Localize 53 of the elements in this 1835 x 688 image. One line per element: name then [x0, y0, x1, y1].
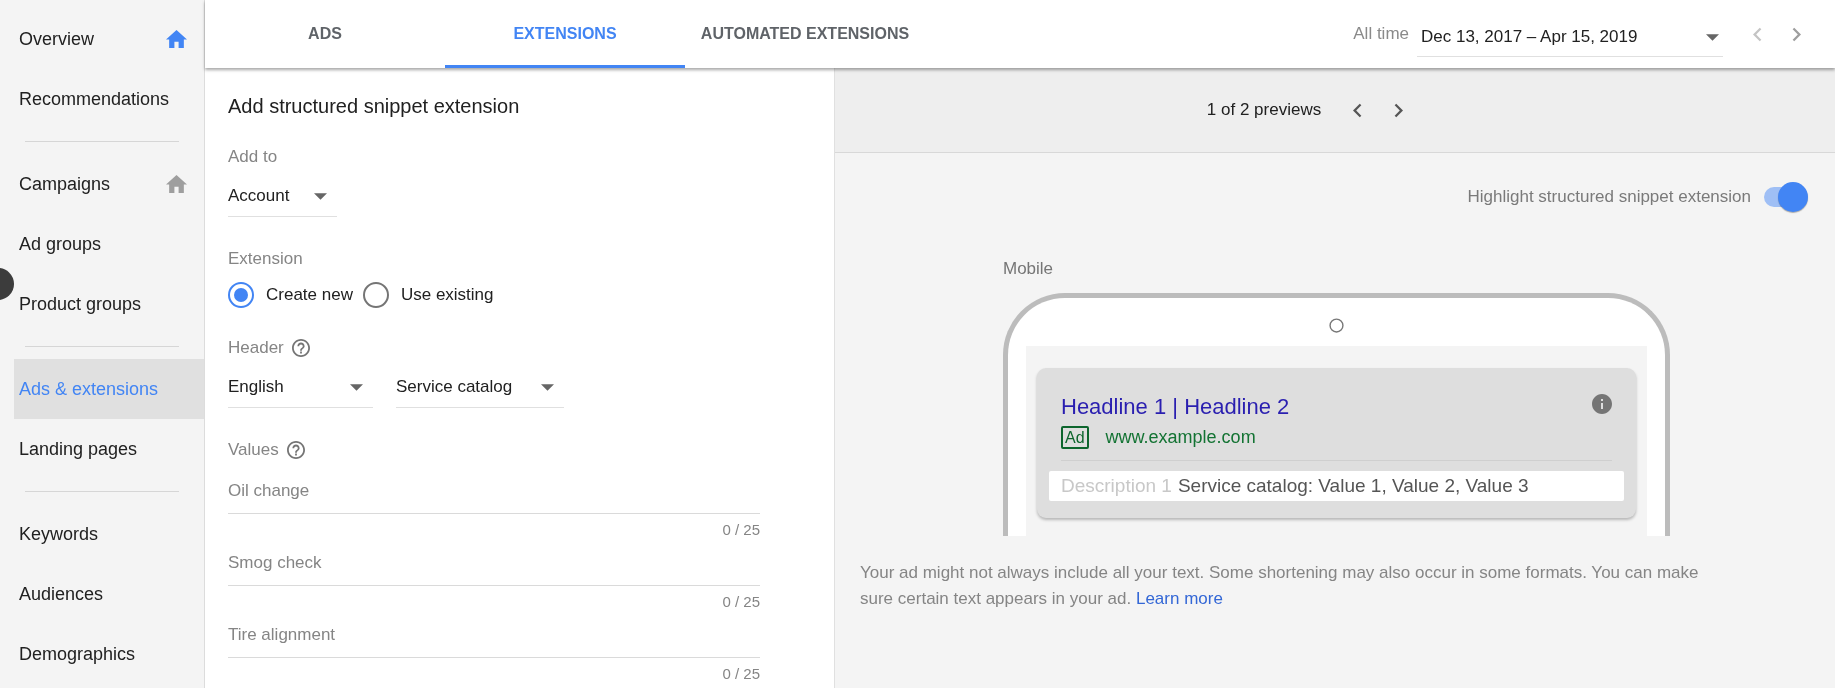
- disclaimer-text: Your ad might not always include all your text. Some shortening may also occur in some formats. You can make sure certain text appears in your ad. Learn more: [860, 562, 1700, 610]
- snippet-text: Service catalog: Value 1, Value 2, Value 3: [1177, 475, 1529, 497]
- ad-url: www.example.com: [1105, 427, 1256, 448]
- caret-icon: [541, 383, 554, 391]
- toggle-switch[interactable]: [1763, 181, 1809, 213]
- field-label: Add to: [228, 147, 279, 167]
- caret-icon: [314, 192, 327, 200]
- caret-icon: [1706, 33, 1719, 41]
- sidebar-item[interactable]: Campaigns: [14, 154, 204, 214]
- field-label: Header: [228, 338, 284, 358]
- help-icon[interactable]: [291, 339, 310, 357]
- radio-label[interactable]: Use existing: [400, 285, 494, 305]
- chevron-right-icon[interactable]: [1394, 102, 1404, 118]
- input-field[interactable]: Tire alignment: [228, 617, 760, 658]
- sidebar-item[interactable]: Audiences: [14, 564, 204, 624]
- field-label: Values: [228, 440, 279, 460]
- form-title: Add structured snippet extension: [228, 95, 521, 118]
- input-field[interactable]: Smog check: [228, 545, 760, 586]
- tab[interactable]: ADS: [205, 0, 445, 68]
- date-range-label: All time: [1353, 24, 1409, 44]
- device-label: Mobile: [1003, 259, 1055, 279]
- date-range-dropdown[interactable]: Dec 13, 2017 – Apr 15, 2019: [1417, 19, 1723, 57]
- chevron-left-icon[interactable]: [1353, 102, 1363, 118]
- caret-icon: [350, 383, 363, 391]
- dropdown[interactable]: Account: [228, 180, 337, 217]
- sidebar-item[interactable]: Demographics: [14, 624, 204, 684]
- character-counter: 0 / 25: [721, 593, 760, 611]
- sidebar-item[interactable]: Product groups: [14, 274, 204, 334]
- dropdown[interactable]: English: [228, 371, 373, 408]
- field-label: Extension: [228, 249, 304, 269]
- preview-counter: 1 of 2 previews: [1206, 100, 1322, 120]
- character-counter: 0 / 25: [721, 521, 760, 539]
- ad-headline[interactable]: Headline 1 | Headline 2: [1061, 394, 1290, 420]
- sidebar-item[interactable]: Keywords: [14, 504, 204, 564]
- ad-badge: Ad: [1061, 426, 1089, 449]
- radio-button[interactable]: [228, 282, 254, 308]
- sidebar-item[interactable]: Overview: [14, 9, 204, 69]
- camera-icon: [1329, 318, 1344, 333]
- radio-label[interactable]: Create new: [266, 285, 353, 305]
- input-field[interactable]: Oil change: [228, 473, 760, 514]
- radio-button[interactable]: [362, 282, 389, 308]
- chevron-right-icon[interactable]: [1792, 26, 1801, 42]
- sidebar-item[interactable]: Recommendations: [14, 69, 204, 129]
- help-icon[interactable]: [286, 441, 305, 459]
- learn-more-link[interactable]: Learn more: [1135, 589, 1223, 608]
- character-counter: 0 / 25: [721, 665, 760, 683]
- toggle-label: Highlight structured snippet extension: [1467, 187, 1751, 207]
- info-icon[interactable]: [1592, 394, 1612, 414]
- dropdown[interactable]: Service catalog: [396, 371, 564, 408]
- sidebar-item[interactable]: Ad groups: [14, 214, 204, 274]
- sidebar-item[interactable]: Landing pages: [14, 419, 204, 479]
- tab[interactable]: EXTENSIONS: [445, 0, 685, 68]
- tab[interactable]: AUTOMATED EXTENSIONS: [685, 0, 925, 68]
